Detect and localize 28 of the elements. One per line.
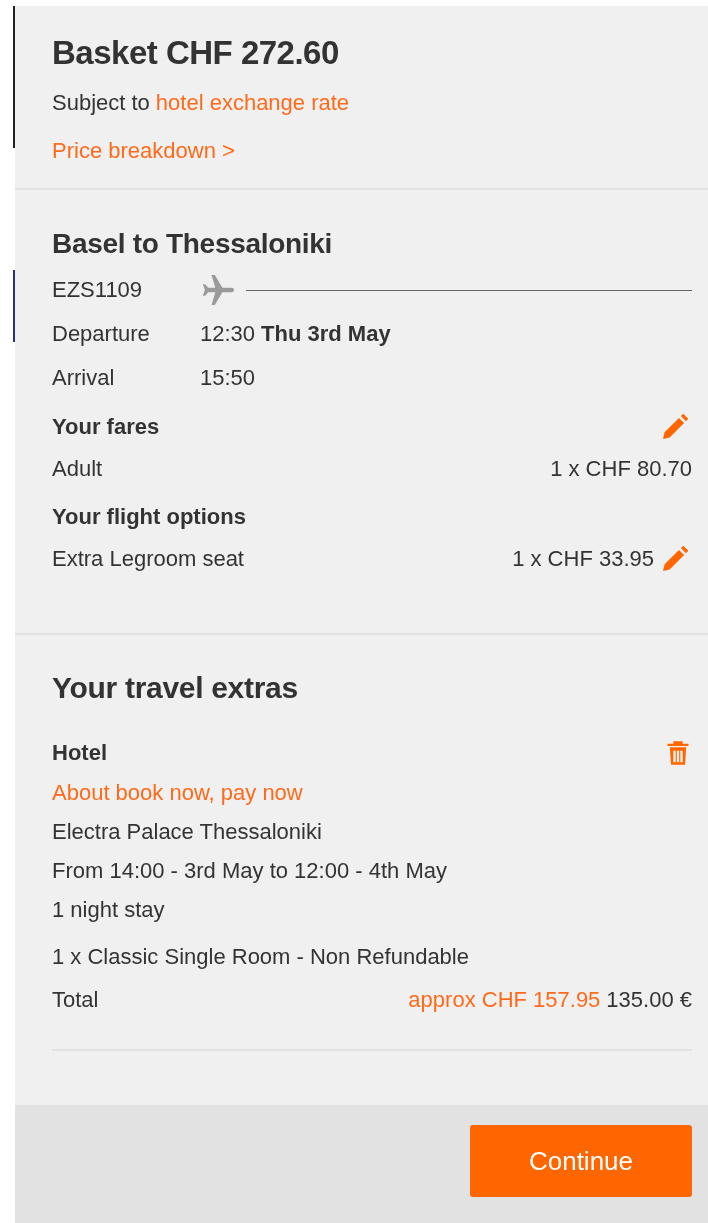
- route-title: Basel to Thessaloniki: [52, 228, 334, 260]
- basket-total-title: Basket CHF 272.60: [52, 34, 340, 72]
- arrival-time: 15:50: [200, 365, 256, 391]
- arrival-label: Arrival: [52, 365, 116, 391]
- item-label: Extra Legroom seat: [52, 546, 244, 572]
- flight-number: EZS1109: [52, 277, 144, 303]
- departure-time: 12:30: [200, 321, 256, 347]
- subject-text: Subject to: [52, 90, 150, 115]
- exchange-rate-link[interactable]: hotel exchange rate: [155, 90, 350, 115]
- continue-button[interactable]: Continue: [470, 1125, 692, 1197]
- approx-price: approx CHF 157.95: [408, 986, 601, 1013]
- stay-dates: From 14:00 - 3rd May to 12:00 - 4th May: [52, 857, 447, 884]
- total-label: Total: [52, 986, 99, 1013]
- section-heading: Your fares: [52, 414, 160, 440]
- hotel-price: 135.00 €: [606, 986, 692, 1013]
- room-description: 1 x Classic Single Room - Non Refundable: [52, 943, 469, 970]
- pay-now-link[interactable]: About book now, pay now: [52, 779, 303, 806]
- price-breakdown-link[interactable]: Price breakdown >: [52, 138, 235, 163]
- extras-title: Your travel extras: [52, 671, 299, 705]
- item-price: 1 x CHF 80.70: [550, 456, 692, 482]
- item-label: Adult: [52, 456, 103, 482]
- hotel-name: Electra Palace Thessaloniki: [52, 818, 322, 845]
- item-price: 1 x CHF 33.95: [512, 546, 654, 572]
- departure-label: Departure: [52, 321, 151, 347]
- departure-date: Thu 3rd May: [261, 321, 391, 347]
- hotel-heading: Hotel: [52, 740, 107, 766]
- section-heading: Your flight options: [52, 504, 246, 530]
- stay-length: 1 night stay: [52, 896, 165, 923]
